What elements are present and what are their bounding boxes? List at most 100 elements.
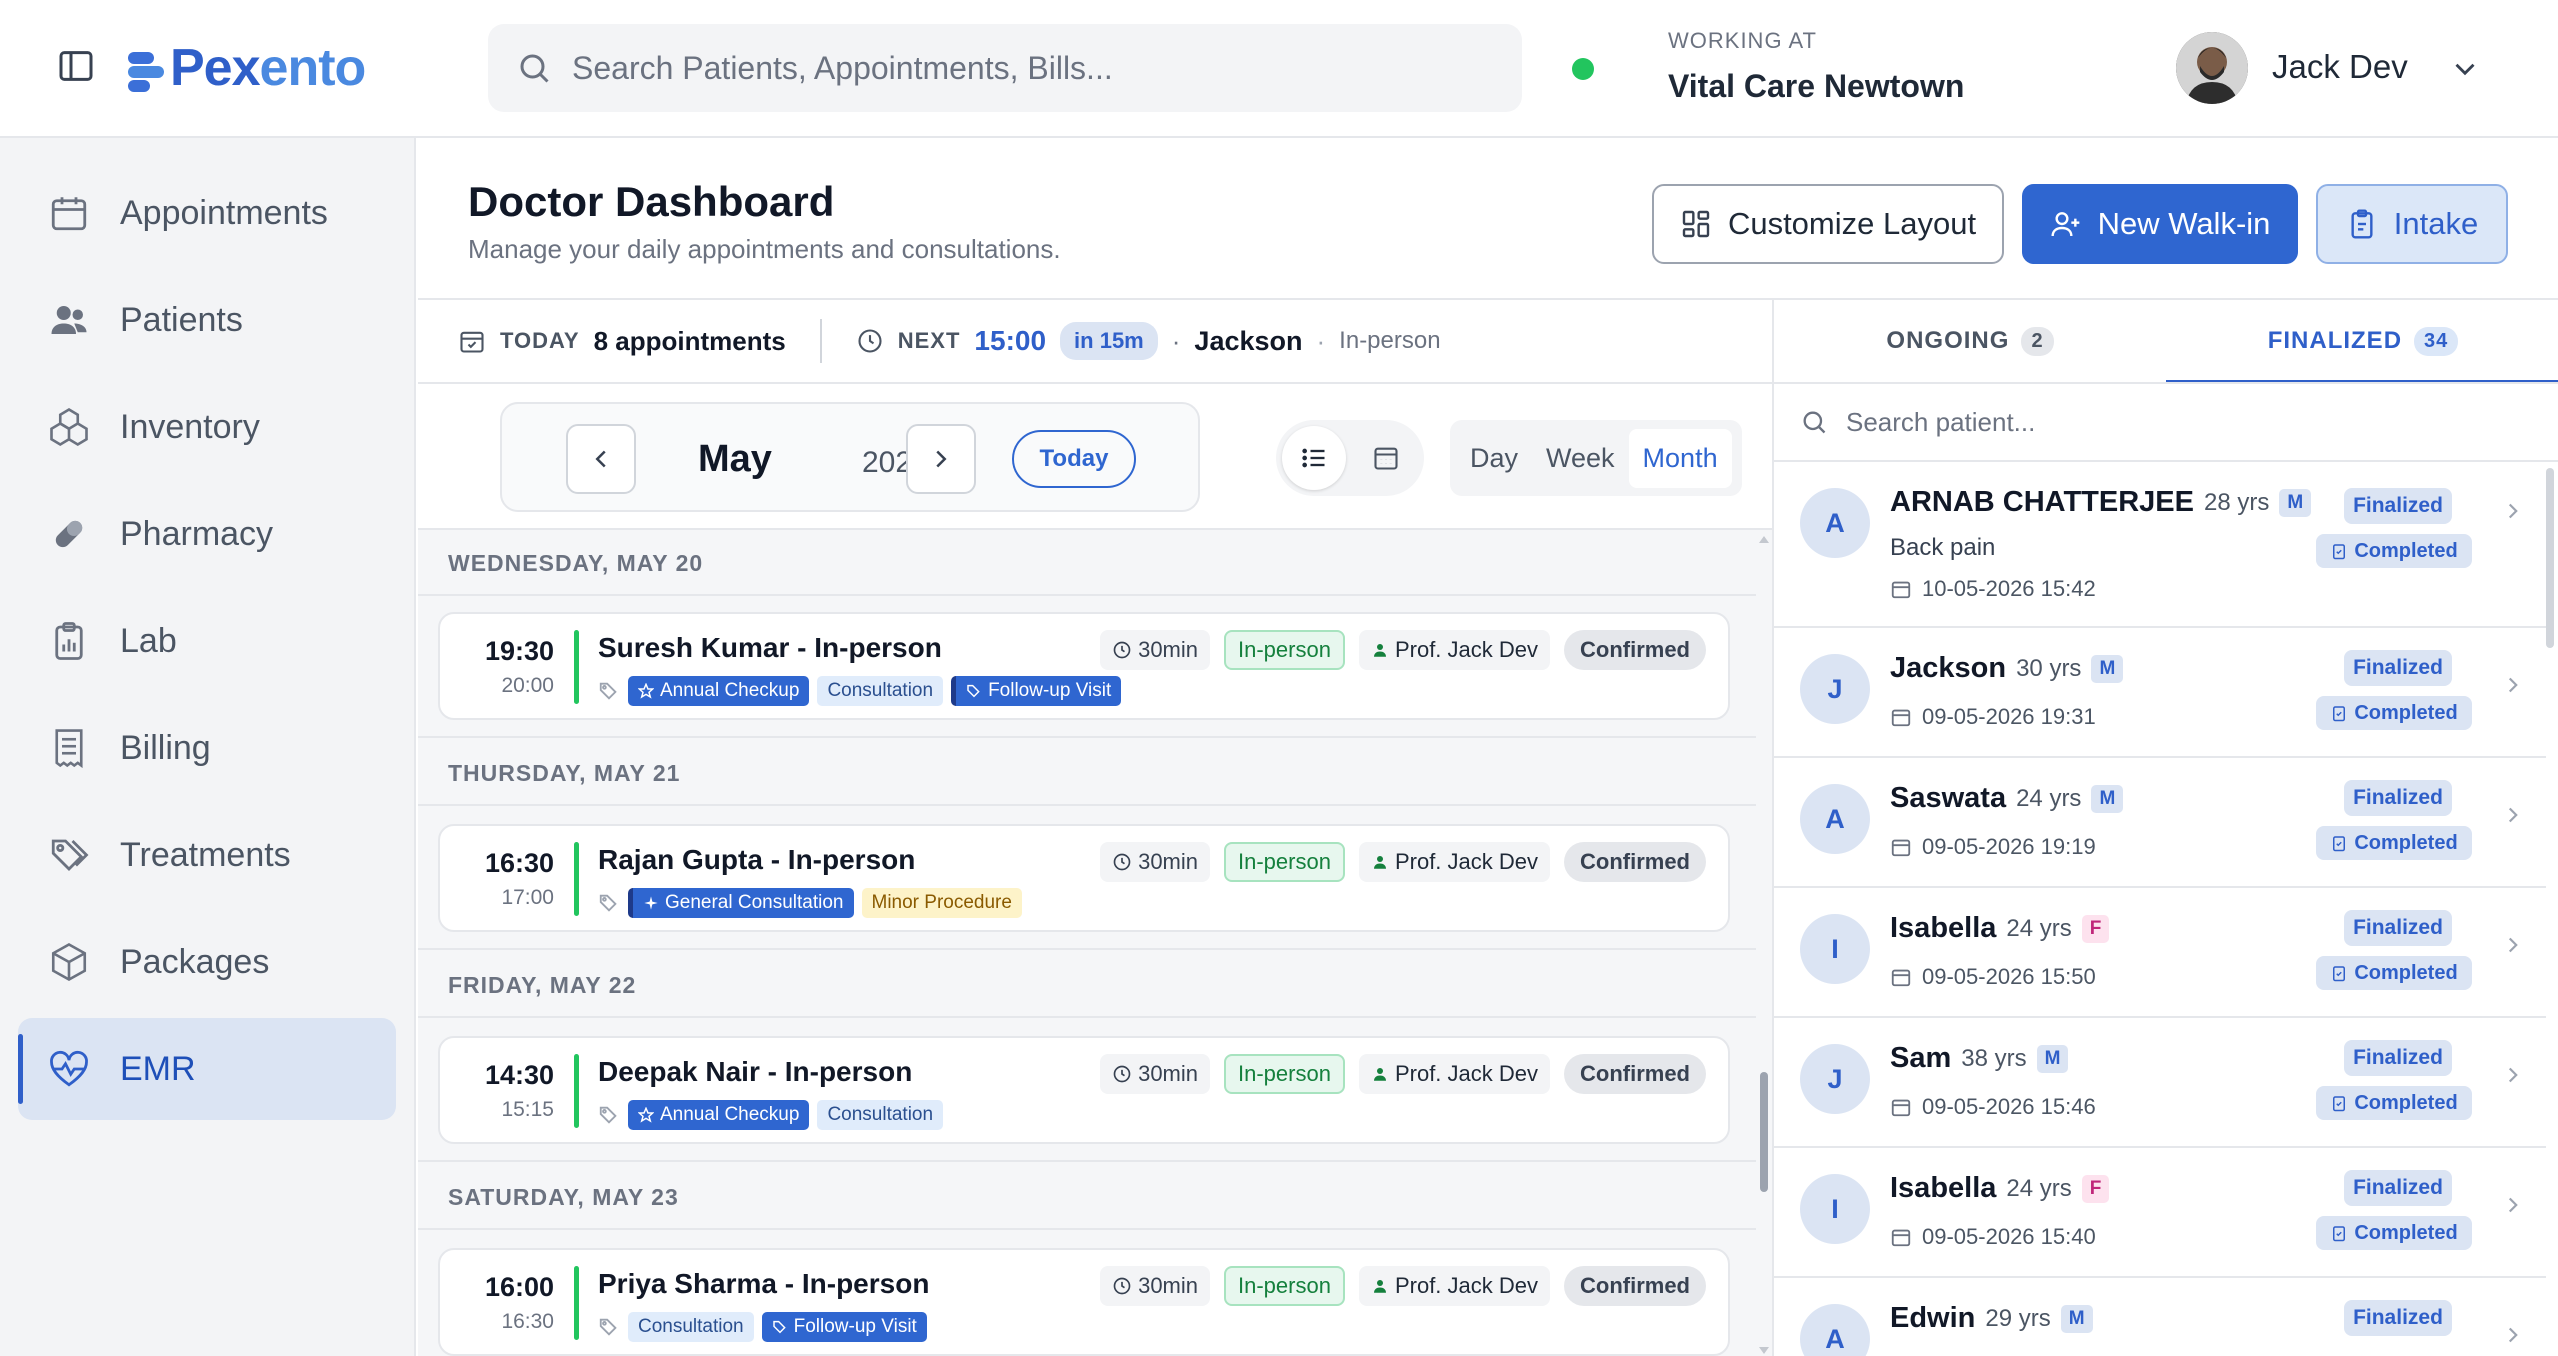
chevron-right-icon[interactable] — [2500, 1062, 2526, 1088]
doctor-chip: Prof. Jack Dev — [1358, 630, 1550, 670]
finalized-badge: Finalized — [2344, 1040, 2452, 1076]
chevron-right-icon[interactable] — [2500, 932, 2526, 958]
patient-sex-badge: F — [2081, 914, 2110, 943]
chevron-right-icon[interactable] — [2500, 1192, 2526, 1218]
finalized-badge: Finalized — [2344, 1300, 2452, 1336]
tab-label: ONGOING — [1886, 327, 2010, 354]
panel-scrollbar-thumb[interactable] — [2546, 468, 2554, 648]
consultations-panel: ONGOING 2 FINALIZED 34 Search patient... A… — [1772, 300, 2558, 1356]
today-count: 8 appointments — [593, 325, 786, 356]
sidebar-item-label: Inventory — [120, 407, 260, 446]
end-time: 15:15 — [501, 1098, 554, 1121]
tag-icon — [599, 682, 617, 700]
start-time: 16:00 — [484, 1272, 554, 1302]
tag-icon — [599, 1318, 617, 1336]
list-item[interactable]: I Isabella 24 yrs F 09-05-2026 15:50 Final… — [1774, 890, 2546, 1018]
sidebar-item-treatments[interactable]: Treatments — [18, 804, 396, 906]
layout-icon — [1682, 210, 1710, 238]
separator-dot: · — [1316, 325, 1326, 356]
today-button[interactable]: Today — [1012, 430, 1136, 488]
mode-chip: In-person — [1224, 842, 1345, 882]
list-item[interactable]: A Saswata 24 yrs M 09-05-2026 19:19 Finali… — [1774, 760, 2546, 888]
sidebar-item-lab[interactable]: Lab — [18, 590, 396, 692]
next-month-button[interactable] — [906, 424, 976, 494]
finalized-badge: Finalized — [2344, 488, 2452, 524]
list-item[interactable]: A ARNAB CHATTERJEE 28 yrs M Back pain 10-0… — [1774, 464, 2546, 628]
appointment-title: Suresh Kumar - In-person — [598, 632, 942, 663]
clipboard-check-icon — [2333, 1226, 2346, 1242]
patient-age: 24 yrs — [2006, 1174, 2072, 1202]
patient-search-input[interactable]: Search patient... — [1774, 384, 2558, 462]
intake-button[interactable]: Intake — [2316, 184, 2508, 264]
app-logo[interactable]: Pexento — [128, 36, 366, 100]
sidebar-item-label: Patients — [120, 300, 243, 339]
patient-age: 30 yrs — [2016, 654, 2082, 682]
list-view-button[interactable] — [1282, 426, 1346, 490]
patient-name: Sam — [1890, 1042, 1952, 1074]
patient-datetime: 09-05-2026 15:40 — [1890, 1224, 2096, 1250]
next-patient[interactable]: Jackson — [1194, 326, 1302, 357]
list-item[interactable]: A Edwin 29 yrs M Finalized — [1774, 1280, 2546, 1356]
period-day[interactable]: Day — [1456, 429, 1532, 488]
end-time: 20:00 — [501, 674, 554, 697]
sidebar-toggle-icon[interactable] — [56, 46, 96, 86]
list-item[interactable]: J Jackson 30 yrs M 09-05-2026 19:31 Finali… — [1774, 630, 2546, 758]
list-item[interactable]: I Isabella 24 yrs F 09-05-2026 15:40 Final… — [1774, 1150, 2546, 1278]
sidebar-item-appointments[interactable]: Appointments — [18, 162, 396, 264]
user-icon — [1373, 856, 1386, 869]
sidebar-item-inventory[interactable]: Inventory — [18, 376, 396, 478]
period-month[interactable]: Month — [1628, 428, 1732, 488]
chevron-down-icon[interactable] — [2448, 52, 2482, 86]
global-search-input[interactable]: Search Patients, Appointments, Bills... — [488, 24, 1522, 112]
clinic-name[interactable]: Vital Care Newtown — [1668, 68, 1964, 105]
patient-age: 24 yrs — [2016, 784, 2082, 812]
appointment-card[interactable]: 14:30 15:15 Deepak Nair - In-person Annu… — [438, 1036, 1730, 1144]
sidebar-item-packages[interactable]: Packages — [18, 911, 396, 1013]
user-name[interactable]: Jack Dev — [2272, 48, 2408, 86]
receipt-icon — [55, 729, 83, 769]
appointment-card[interactable]: 19:30 20:00 Suresh Kumar - In-person Ann… — [438, 612, 1730, 720]
divider — [418, 1228, 1756, 1230]
scroll-up-icon[interactable] — [1758, 534, 1770, 544]
divider — [418, 804, 1756, 806]
tab-finalized[interactable]: FINALIZED 34 — [2166, 300, 2558, 384]
scroll-down-icon[interactable] — [1758, 1346, 1770, 1356]
avatar[interactable] — [2176, 32, 2248, 104]
tag-annual-checkup: Annual Checkup — [628, 1100, 810, 1130]
list-item[interactable]: J Sam 38 yrs M 09-05-2026 15:46 Finalized … — [1774, 1020, 2546, 1148]
tag-follow-up-visit: Follow-up Visit — [951, 676, 1122, 706]
period-week[interactable]: Week — [1532, 429, 1629, 488]
scrollbar-thumb[interactable] — [1760, 1072, 1768, 1192]
tab-ongoing[interactable]: ONGOING 2 — [1774, 300, 2166, 382]
tag-consultation: Consultation — [628, 1312, 754, 1342]
prev-month-button[interactable] — [566, 424, 636, 494]
sidebar-item-patients[interactable]: Patients — [18, 269, 396, 371]
scrollbar-track[interactable] — [1756, 530, 1772, 1356]
logo-text-part1: Pex — [170, 39, 261, 97]
appointment-list: WEDNESDAY, MAY 20 19:30 20:00 Suresh Kum… — [418, 530, 1772, 1356]
patient-list: A ARNAB CHATTERJEE 28 yrs M Back pain 10-0… — [1774, 464, 2558, 1356]
customize-layout-button[interactable]: Customize Layout — [1652, 184, 2004, 264]
clock-icon — [1113, 1277, 1131, 1295]
sidebar-item-pharmacy[interactable]: Pharmacy — [18, 483, 396, 585]
new-walk-in-button[interactable]: New Walk-in — [2022, 184, 2298, 264]
patient-avatar: J — [1800, 654, 1870, 724]
chevron-right-icon[interactable] — [2500, 498, 2526, 524]
divider — [819, 319, 822, 363]
sidebar-item-emr[interactable]: EMR — [18, 1018, 396, 1120]
chevron-right-icon[interactable] — [2500, 802, 2526, 828]
view-toggle — [1276, 420, 1424, 496]
sidebar-item-billing[interactable]: Billing — [18, 697, 396, 799]
chevron-right-icon[interactable] — [2500, 672, 2526, 698]
chevron-left-icon — [595, 450, 606, 468]
patient-sex-badge: M — [2091, 654, 2124, 683]
chevron-right-icon[interactable] — [2500, 1322, 2526, 1348]
completed-badge: Completed — [2316, 1086, 2472, 1120]
appointment-card[interactable]: 16:00 16:30 Priya Sharma - In-person Con… — [438, 1248, 1730, 1356]
user-icon — [1373, 1280, 1386, 1293]
top-bar: Pexento Search Patients, Appointments, B… — [0, 0, 2558, 138]
calendar-view-button[interactable] — [1354, 426, 1418, 490]
today-summary-bar: TODAY 8 appointments NEXT 15:00 in 15m ·… — [418, 300, 1772, 382]
appointment-card[interactable]: 16:30 17:00 Rajan Gupta - In-person Gene… — [438, 824, 1730, 932]
status-badge: Confirmed — [1564, 1266, 1706, 1306]
